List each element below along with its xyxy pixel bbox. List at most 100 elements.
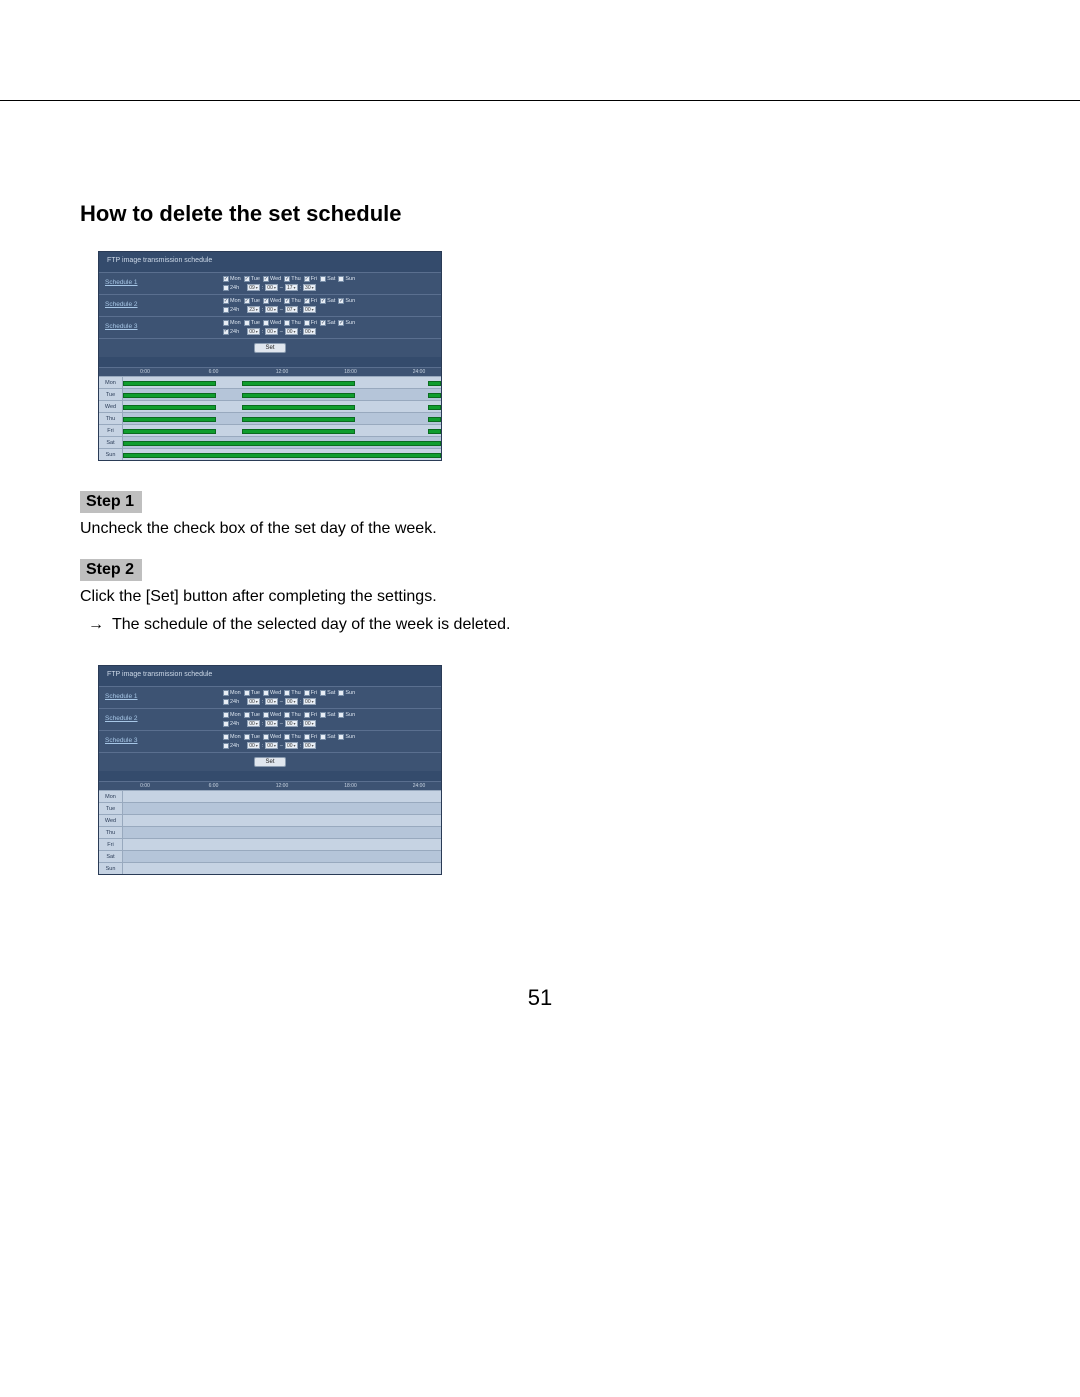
day-label: Fri	[311, 276, 317, 282]
day-label: Fri	[311, 298, 317, 304]
day-label: Fri	[311, 712, 317, 718]
day-label: Sat	[327, 298, 335, 304]
day-checkbox-tue[interactable]	[244, 690, 250, 696]
day-checkbox-thu[interactable]	[284, 298, 290, 304]
timeline-row: Tue	[99, 802, 441, 814]
24h-checkbox[interactable]	[223, 285, 229, 291]
day-checkbox-fri[interactable]	[304, 320, 310, 326]
day-checkbox-wed[interactable]	[263, 276, 269, 282]
24h-checkbox[interactable]	[223, 329, 229, 335]
start-min-select[interactable]: 00	[265, 284, 278, 291]
start-min-select[interactable]: 00	[265, 720, 278, 727]
day-checkbox-wed[interactable]	[263, 320, 269, 326]
day-checkbox-sun[interactable]	[338, 712, 344, 718]
end-min-select[interactable]: 00	[303, 328, 316, 335]
day-checkbox-sun[interactable]	[338, 276, 344, 282]
end-min-select[interactable]: 00	[303, 720, 316, 727]
day-checkbox-mon[interactable]	[223, 298, 229, 304]
arrow-icon: →	[88, 613, 104, 637]
schedule-link[interactable]: Schedule 2	[99, 295, 219, 316]
time-tick: 12:00	[260, 783, 304, 789]
day-checkbox-wed[interactable]	[263, 298, 269, 304]
day-checkbox-mon[interactable]	[223, 734, 229, 740]
set-button[interactable]: Set	[254, 757, 285, 767]
day-checkbox-tue[interactable]	[244, 734, 250, 740]
day-checkbox-fri[interactable]	[304, 690, 310, 696]
start-min-select[interactable]: 00	[265, 698, 278, 705]
schedule-row: Schedule 1MonTueWedThuFriSatSun24h00:00–…	[99, 686, 441, 708]
day-checkbox-mon[interactable]	[223, 712, 229, 718]
day-checkbox-sat[interactable]	[320, 734, 326, 740]
day-checkbox-thu[interactable]	[284, 690, 290, 696]
day-checkbox-thu[interactable]	[284, 320, 290, 326]
end-hour-select[interactable]: 07	[285, 306, 298, 313]
start-min-select[interactable]: 00	[265, 306, 278, 313]
day-checkbox-fri[interactable]	[304, 734, 310, 740]
step-2-text: Click the [Set] button after completing …	[80, 585, 1000, 609]
day-checkbox-tue[interactable]	[244, 320, 250, 326]
schedule-bar	[242, 429, 355, 434]
schedule-bar	[428, 393, 441, 398]
day-checkbox-sat[interactable]	[320, 690, 326, 696]
end-hour-select[interactable]: 00	[285, 698, 298, 705]
schedule-link[interactable]: Schedule 1	[99, 273, 219, 294]
day-checkbox-sat[interactable]	[320, 298, 326, 304]
day-checkbox-sun[interactable]	[338, 320, 344, 326]
end-min-select[interactable]: 00	[303, 698, 316, 705]
end-hour-select[interactable]: 17	[285, 284, 298, 291]
schedule-row: Schedule 1MonTueWedThuFriSatSun24h09:00–…	[99, 272, 441, 294]
schedule-bar	[242, 405, 355, 410]
screenshot-schedule-after: FTP image transmission scheduleSchedule …	[98, 665, 442, 875]
schedule-bar	[428, 429, 441, 434]
day-checkbox-sat[interactable]	[320, 276, 326, 282]
day-checkbox-tue[interactable]	[244, 298, 250, 304]
day-checkbox-tue[interactable]	[244, 712, 250, 718]
day-checkbox-mon[interactable]	[223, 320, 229, 326]
day-checkbox-sun[interactable]	[338, 734, 344, 740]
end-min-select[interactable]: 00	[303, 742, 316, 749]
start-hour-select[interactable]: 09	[247, 284, 260, 291]
day-checkbox-sun[interactable]	[338, 690, 344, 696]
day-checkbox-mon[interactable]	[223, 690, 229, 696]
end-hour-select[interactable]: 00	[285, 328, 298, 335]
end-min-select[interactable]: 30	[303, 284, 316, 291]
day-checkbox-thu[interactable]	[284, 734, 290, 740]
day-checkbox-thu[interactable]	[284, 712, 290, 718]
24h-checkbox[interactable]	[223, 721, 229, 727]
start-hour-select[interactable]: 00	[247, 328, 260, 335]
start-hour-select[interactable]: 00	[247, 720, 260, 727]
day-checkbox-fri[interactable]	[304, 712, 310, 718]
day-checkbox-wed[interactable]	[263, 712, 269, 718]
time-tick: 6:00	[192, 783, 236, 789]
schedule-link[interactable]: Schedule 2	[99, 709, 219, 730]
schedule-link[interactable]: Schedule 3	[99, 317, 219, 338]
end-min-select[interactable]: 00	[303, 306, 316, 313]
day-checkbox-wed[interactable]	[263, 734, 269, 740]
start-hour-select[interactable]: 00	[247, 742, 260, 749]
day-label: Fri	[311, 690, 317, 696]
start-hour-select[interactable]: 00	[247, 698, 260, 705]
start-min-select[interactable]: 00	[265, 328, 278, 335]
day-checkbox-sat[interactable]	[320, 320, 326, 326]
set-button[interactable]: Set	[254, 343, 285, 353]
24h-checkbox[interactable]	[223, 699, 229, 705]
end-hour-select[interactable]: 00	[285, 720, 298, 727]
start-hour-select[interactable]: 23	[247, 306, 260, 313]
schedule-link[interactable]: Schedule 1	[99, 687, 219, 708]
day-checkbox-fri[interactable]	[304, 276, 310, 282]
day-checkbox-sat[interactable]	[320, 712, 326, 718]
day-checkbox-fri[interactable]	[304, 298, 310, 304]
end-hour-select[interactable]: 00	[285, 742, 298, 749]
24h-checkbox[interactable]	[223, 743, 229, 749]
day-checkbox-wed[interactable]	[263, 690, 269, 696]
day-checkbox-mon[interactable]	[223, 276, 229, 282]
day-checkbox-sun[interactable]	[338, 298, 344, 304]
screenshot-schedule-before: FTP image transmission scheduleSchedule …	[98, 251, 442, 461]
start-min-select[interactable]: 00	[265, 742, 278, 749]
schedule-link[interactable]: Schedule 3	[99, 731, 219, 752]
24h-label: 24h	[230, 743, 239, 749]
day-label: Tue	[251, 320, 260, 326]
day-checkbox-thu[interactable]	[284, 276, 290, 282]
24h-checkbox[interactable]	[223, 307, 229, 313]
day-checkbox-tue[interactable]	[244, 276, 250, 282]
